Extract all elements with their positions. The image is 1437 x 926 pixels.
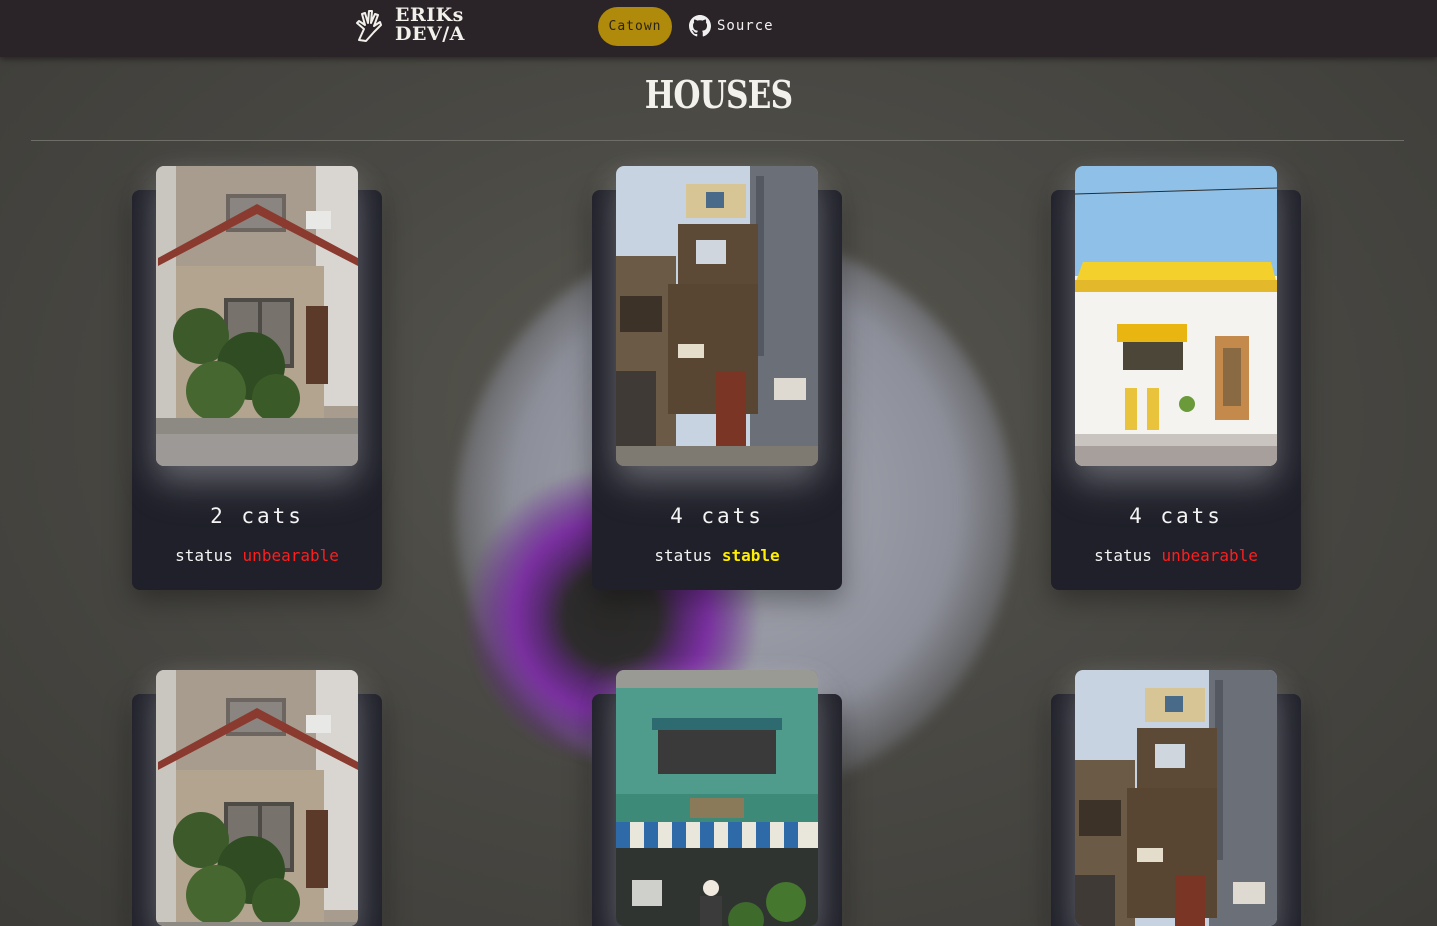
nav-source-label: Source [717, 18, 774, 34]
github-icon [689, 15, 711, 37]
house-card[interactable]: 4 cats status stable [592, 166, 842, 590]
status-value: unbearable [242, 546, 339, 565]
house-card[interactable]: 4 cats status unbearable [1051, 166, 1301, 590]
status-value: unbearable [1161, 546, 1258, 565]
house-photo-shack[interactable] [1075, 670, 1277, 926]
house-photo-shack[interactable] [616, 166, 818, 466]
house-card[interactable]: 2 cats status unbearable [132, 166, 382, 590]
house-card[interactable] [132, 670, 382, 926]
status-label: status [1094, 546, 1152, 565]
status-line: status unbearable [132, 546, 382, 565]
cat-count: 4 cats [1129, 504, 1223, 528]
site-logo[interactable]: ERIKs DEV/A [350, 4, 465, 46]
status-value: stable [721, 546, 780, 565]
status-line: status unbearable [1051, 546, 1301, 565]
house-photo-beige[interactable] [156, 670, 358, 926]
title-divider [31, 140, 1404, 141]
cat-count: 4 cats [670, 504, 764, 528]
status-line: status stable [592, 546, 842, 565]
house-photo-beige[interactable] [156, 166, 358, 466]
status-label: status [654, 546, 713, 565]
hand-logo-icon [356, 10, 382, 42]
house-card[interactable] [592, 670, 842, 926]
cat-count: 2 cats [210, 504, 304, 528]
house-card[interactable] [1051, 670, 1301, 926]
house-photo-white-shop[interactable] [1075, 166, 1277, 466]
logo-wordmark: ERIKs DEV/A [395, 6, 465, 44]
house-photo-green-shop[interactable] [616, 670, 818, 926]
nav-catown-button[interactable]: Catown [598, 7, 672, 46]
top-navbar: ERIKs DEV/A Catown Source [0, 0, 1437, 57]
nav-source-link[interactable]: Source [689, 14, 774, 38]
status-label: status [175, 546, 233, 565]
page-title: HOUSES [644, 72, 793, 117]
logo-line-2: DEV/A [395, 23, 465, 45]
